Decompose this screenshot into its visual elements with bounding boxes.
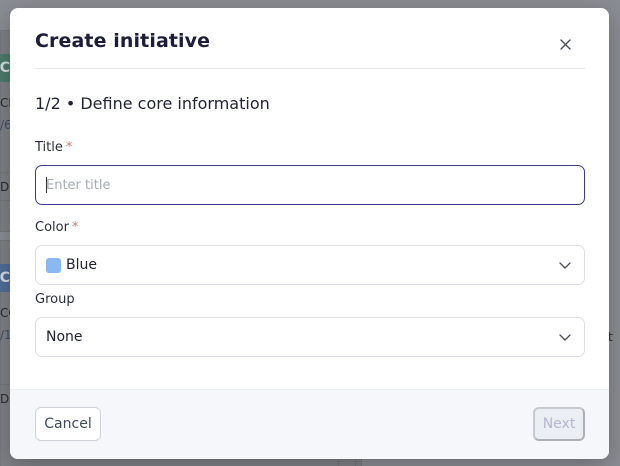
color-swatch [46,257,61,273]
title-label-text: Title [35,140,63,155]
next-button[interactable]: Next [533,407,585,441]
required-marker: * [65,140,73,155]
dialog-header: Create initiative [35,26,585,69]
create-initiative-dialog: Create initiative 1/2 • Define core info… [10,8,609,459]
color-select-value: Blue [46,246,97,284]
cancel-button[interactable]: Cancel [35,407,101,441]
color-select-text: Blue [66,257,97,273]
step-indicator: 1/2 • Define core information [35,94,270,113]
chevron-down-icon [559,262,571,269]
group-label-text: Group [35,292,75,307]
title-field-label: Title * [35,140,72,155]
chevron-down-icon [559,334,571,341]
title-input[interactable] [36,166,584,204]
group-field-label: Group [35,292,75,307]
close-button[interactable] [555,34,575,54]
dialog-title: Create initiative [35,30,211,52]
dialog-footer: Cancel Next [10,389,609,459]
required-marker: * [71,220,79,235]
color-select[interactable]: Blue [35,245,585,285]
title-input-wrapper [35,165,585,205]
text-cursor [46,177,47,193]
close-icon [559,38,571,50]
group-select-text: None [46,329,83,345]
group-select-value: None [46,318,83,356]
color-label-text: Color [35,220,69,235]
group-select[interactable]: None [35,317,585,357]
color-field-label: Color * [35,220,78,235]
